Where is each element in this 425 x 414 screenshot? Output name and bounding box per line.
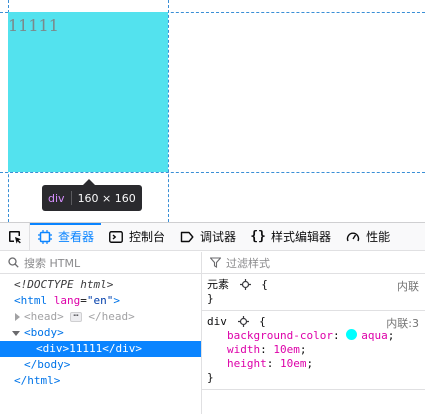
- css-rules: 元素 { } 内联 div { background-color: aqua;: [202, 274, 425, 390]
- tab-performance[interactable]: 性能: [338, 223, 397, 250]
- pick-element-icon: [8, 230, 21, 244]
- markup-panel: 搜索 HTML <!DOCTYPE html> <html lang="en">…: [0, 252, 202, 414]
- color-swatch[interactable]: [346, 329, 358, 340]
- performance-icon: [345, 229, 361, 245]
- tab-inspector[interactable]: 查看器: [30, 223, 102, 250]
- tooltip-tag-name: div: [48, 191, 65, 205]
- html-close-tag: </html>: [14, 374, 61, 387]
- element-picker-button[interactable]: [0, 223, 30, 250]
- prop-value[interactable]: 10em: [280, 357, 307, 370]
- element-selector: 元素: [207, 278, 229, 291]
- body-open-tag: <body>: [24, 326, 64, 339]
- element-rule-close: }: [207, 292, 214, 305]
- tab-console[interactable]: 控制台: [101, 223, 172, 250]
- div-selector[interactable]: div: [207, 315, 227, 328]
- html-open-tag-close: >: [113, 294, 120, 307]
- html-search-bar[interactable]: 搜索 HTML: [0, 252, 201, 274]
- prop-name[interactable]: height: [227, 357, 267, 370]
- div-line: <div>11111</div>: [36, 342, 142, 355]
- expand-arrow-icon[interactable]: [14, 313, 21, 321]
- doctype-text: <!DOCTYPE html>: [14, 278, 114, 291]
- html-search-input[interactable]: 搜索 HTML: [24, 255, 80, 271]
- page-viewport: 11111 div 160 × 160: [0, 0, 425, 222]
- node-body-close[interactable]: </body>: [0, 357, 201, 373]
- guide-right-line: [168, 0, 169, 222]
- tooltip-separator: [70, 191, 72, 205]
- node-head[interactable]: <head> ⋯ </head>: [0, 309, 201, 325]
- devtools-toolbox: 查看器 控制台 调试器 {} 样式编辑器 性能 搜索 HTML <!DOCTYP…: [0, 222, 425, 414]
- node-body[interactable]: <body>: [0, 325, 201, 341]
- node-html[interactable]: <html lang="en">: [0, 293, 201, 309]
- attr-equals: =: [80, 294, 87, 307]
- tab-console-label: 控制台: [129, 230, 166, 244]
- tab-inspector-label: 查看器: [58, 230, 95, 244]
- guide-bottom-line: [0, 172, 425, 173]
- tab-style-editor[interactable]: {} 样式编辑器: [243, 223, 338, 250]
- inspector-panels: 搜索 HTML <!DOCTYPE html> <html lang="en">…: [0, 252, 425, 414]
- collapse-arrow-icon[interactable]: [12, 330, 20, 337]
- node-div-selected[interactable]: <div>11111</div>: [0, 341, 201, 357]
- head-close-tag: </head>: [88, 310, 135, 323]
- markup-tree: <!DOCTYPE html> <html lang="en"> <head> …: [0, 274, 201, 389]
- search-icon: [8, 257, 19, 268]
- tab-style-editor-label: 样式编辑器: [271, 230, 332, 244]
- element-size-tooltip: div 160 × 160: [42, 179, 142, 211]
- head-open-tag: <head>: [24, 310, 64, 323]
- collapsed-ellipsis[interactable]: ⋯: [70, 312, 82, 322]
- prop-value[interactable]: 10em: [273, 343, 300, 356]
- element-rule-open: {: [261, 278, 268, 291]
- tooltip-dimensions: 160 × 160: [77, 191, 136, 205]
- filter-icon: [210, 257, 221, 268]
- lang-attr: lang: [53, 294, 81, 307]
- element-inline-rule: 元素 { } 内联: [202, 274, 425, 311]
- decl-background-color[interactable]: background-color: aqua;: [207, 329, 420, 343]
- tab-debugger-label: 调试器: [200, 230, 237, 244]
- selector-highlight-icon[interactable]: [237, 316, 249, 327]
- node-highlight-icon[interactable]: [239, 279, 251, 290]
- tab-performance-label: 性能: [366, 230, 391, 244]
- prop-name[interactable]: background-color: [227, 329, 333, 342]
- div-rule-source[interactable]: 内联:3: [386, 315, 419, 331]
- style-filter-input[interactable]: 过滤样式: [226, 255, 270, 271]
- prop-name[interactable]: width: [227, 343, 260, 356]
- tab-debugger[interactable]: 调试器: [172, 223, 243, 250]
- devtools-tabbar: 查看器 控制台 调试器 {} 样式编辑器 性能: [0, 223, 425, 251]
- rules-panel: 过滤样式 元素 { } 内联 div {background-color: a…: [202, 252, 425, 414]
- element-rule-source[interactable]: 内联: [397, 278, 419, 294]
- div-rule-open: {: [259, 315, 266, 328]
- braces-icon: {}: [250, 229, 266, 244]
- style-filter-bar[interactable]: 过滤样式: [202, 252, 425, 274]
- lang-value: "en": [86, 294, 114, 307]
- inspector-icon: [37, 229, 53, 245]
- highlighted-div[interactable]: [8, 12, 168, 172]
- node-doctype[interactable]: <!DOCTYPE html>: [0, 277, 201, 293]
- div-rule: div { background-color: aqua; width: 10e…: [202, 311, 425, 390]
- div-text: 11111: [8, 16, 59, 35]
- html-open-tag: <html: [14, 294, 48, 307]
- debugger-icon: [179, 229, 195, 245]
- node-html-close[interactable]: </html>: [0, 373, 201, 389]
- console-icon: [108, 229, 124, 245]
- decl-width[interactable]: width: 10em;: [207, 343, 420, 357]
- prop-value[interactable]: aqua: [361, 329, 388, 342]
- decl-height[interactable]: height: 10em;: [207, 357, 420, 371]
- body-close-tag: </body>: [24, 358, 71, 371]
- div-rule-close: }: [207, 371, 214, 384]
